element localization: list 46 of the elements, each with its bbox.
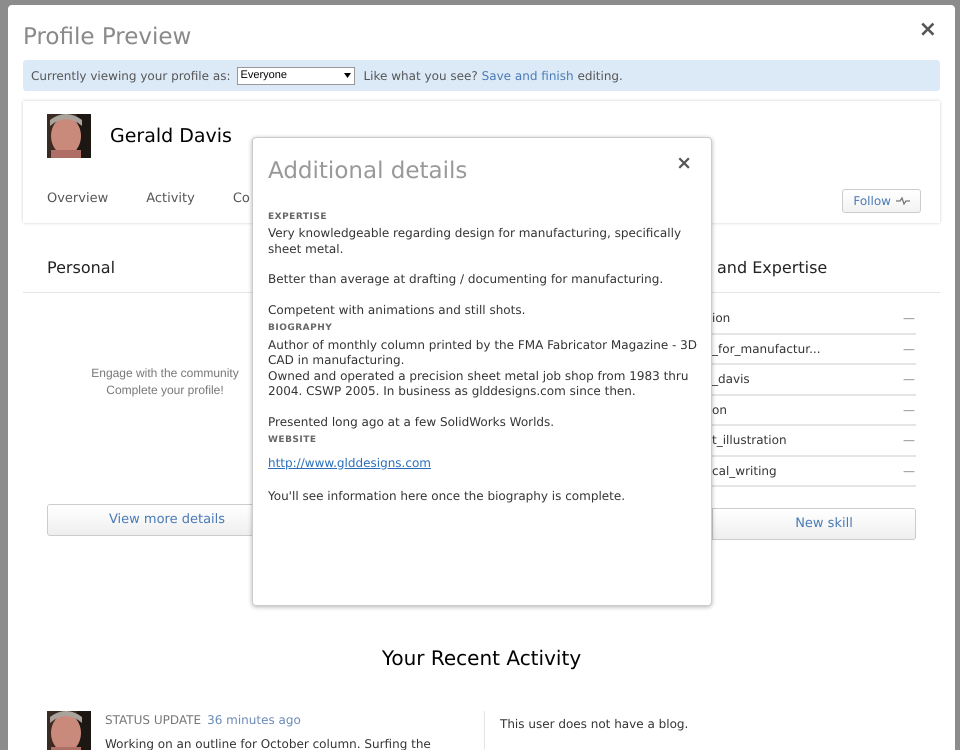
detail-paragraph: Better than average at drafting / documenting for manufacturing. [268,272,664,288]
viewing-label: Currently viewing your profile as: [31,68,230,84]
skill-remove-button[interactable]: — [903,462,915,480]
skill-label: t_illustration [712,432,787,450]
section-heading: and Expertise [717,257,828,279]
detail-paragraph: Very knowledgeable regarding design for manufacturing, specifically sheet metal. [268,226,682,257]
profile-tab[interactable]: Activity [146,189,195,208]
section-heading: Your Recent Activity [380,645,582,672]
save-prompt: Like what you see? Save and finish editing. [364,68,623,84]
profile-tab[interactable]: Co [232,189,250,208]
detail-footer: You'll see information here once the biography is complete. [268,486,696,504]
profile-name: Gerald Davis [110,124,232,149]
skill-label: _davis [712,371,750,388]
audience-select[interactable]: Everyone [236,66,354,84]
popup-title: Additional details [268,157,468,186]
pulse-icon [896,197,910,205]
detail-heading: EXPERTISE [268,210,328,224]
skill-label: ion [712,310,730,328]
activity-type: STATUS UPDATE [105,712,202,729]
blog-message: This user does not have a blog. [500,717,688,731]
skill-label: on [712,402,727,419]
profile-prompt: Engage with the community [91,365,239,382]
skill-remove-button[interactable]: — [903,400,915,419]
new-skill-button[interactable]: New skill [712,508,916,540]
close-button[interactable]: × [676,154,692,173]
skill-label: _for_manufactur... [712,340,821,358]
activity-time[interactable]: 36 minutes ago [207,711,301,729]
skill-label: cal_writing [712,462,777,480]
profile-tab[interactable]: Overview [47,189,108,208]
website-link[interactable]: http://www.glddesigns.com [268,456,431,470]
profile-prompt: Complete your profile! [106,382,224,399]
detail-paragraph: Presented long ago at a few SolidWorks Worlds. [268,414,556,430]
skill-remove-button[interactable]: — [903,309,915,328]
detail-paragraph: Competent with animations and still shots. [268,302,526,318]
dropdown-arrow-icon [344,73,350,78]
skill-remove-button[interactable]: — [903,340,915,358]
detail-heading: WEBSITE [268,434,318,447]
skill-remove-button[interactable]: — [903,370,915,388]
detail-heading: BIOGRAPHY [268,322,334,335]
follow-button[interactable]: Follow [842,189,921,213]
skill-remove-button[interactable]: — [903,431,915,450]
section-heading: Personal [47,257,116,279]
save-link[interactable]: Save and finish [482,68,574,82]
dialog-title: Profile Preview [23,23,192,51]
close-button[interactable]: × [918,19,937,41]
detail-paragraph: Author of monthly column printed by the FMA Fabricator Magazine - 3D CAD in manufacturing. Owned and operated a precision sheet metal job shop from 1983 thru 2004. CSWP 2005. In business as glddesigns.com since then. [268,338,698,400]
